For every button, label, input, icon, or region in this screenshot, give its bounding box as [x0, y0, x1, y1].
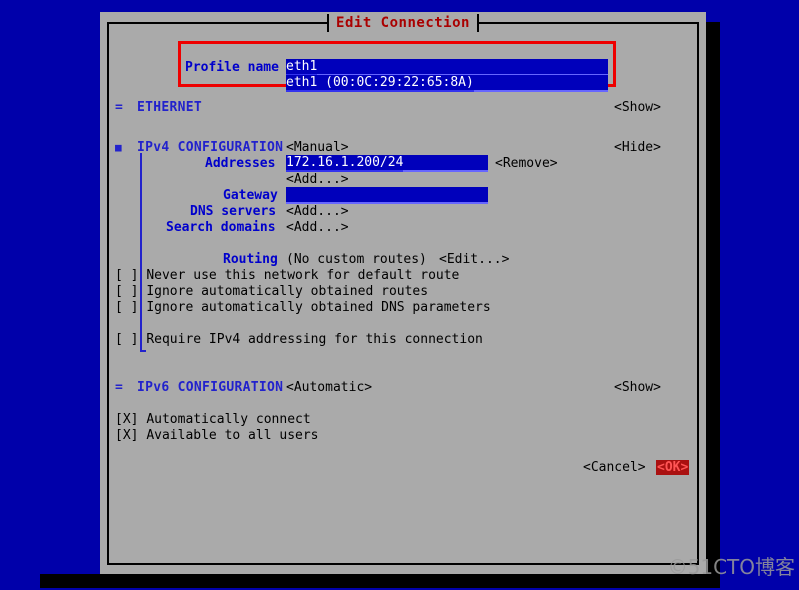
dialog-content: Profile name eth1 Device eth1 (00:0C:29:… [100, 12, 706, 574]
addresses-remove-button[interactable]: <Remove> [495, 156, 558, 172]
gateway-label: Gateway [223, 188, 278, 203]
ipv6-show-button[interactable]: <Show> [614, 380, 661, 396]
ipv6-section-label: IPv6 CONFIGURATION [137, 380, 284, 395]
edit-connection-dialog: Edit Connection Profile name eth1 Device… [100, 12, 706, 574]
checkbox-ignore-routes-box: [ ] [115, 284, 139, 299]
checkbox-ignore-dns-box: [ ] [115, 300, 139, 315]
checkbox-never-default-route[interactable]: [ ] Never use this network for default r… [115, 268, 459, 284]
checkbox-available-all-users-label: Available to all users [146, 428, 319, 443]
checkbox-ignore-dns-label: Ignore automatically obtained DNS parame… [146, 300, 491, 315]
checkbox-require-ipv4-label: Require IPv4 addressing for this connect… [146, 332, 483, 347]
profile-name-input[interactable]: eth1 [286, 59, 608, 76]
checkbox-require-ipv4[interactable]: [ ] Require IPv4 addressing for this con… [115, 332, 483, 348]
addresses-fill [403, 155, 488, 172]
routing-edit-button[interactable]: <Edit...> [439, 252, 509, 268]
checkbox-require-ipv4-box: [ ] [115, 332, 139, 347]
backdrop-shadow-right [706, 22, 720, 574]
ipv4-tree-foot [140, 350, 146, 352]
checkbox-automatically-connect[interactable]: [X] Automatically connect [115, 412, 311, 428]
ethernet-section-label: ETHERNET [137, 100, 203, 115]
checkbox-ignore-routes-label: Ignore automatically obtained routes [146, 284, 429, 299]
ok-button[interactable]: <OK> [656, 460, 690, 476]
dns-servers-label: DNS servers [190, 204, 277, 219]
checkbox-available-all-users-box: [X] [115, 428, 139, 443]
profile-name-label: Profile name [185, 60, 279, 75]
ipv4-hide-button[interactable]: <Hide> [614, 140, 661, 156]
checkbox-automatically-connect-box: [X] [115, 412, 139, 427]
addresses-label: Addresses [205, 156, 276, 171]
cancel-button[interactable]: <Cancel> [583, 460, 646, 476]
gateway-input[interactable] [286, 187, 488, 204]
checkbox-never-default-route-box: [ ] [115, 268, 139, 283]
checkbox-ignore-dns[interactable]: [ ] Ignore automatically obtained DNS pa… [115, 300, 491, 316]
dns-servers-add-button[interactable]: <Add...> [286, 204, 349, 220]
addresses-value: 172.16.1.200/24 [286, 155, 404, 172]
ethernet-show-button[interactable]: <Show> [614, 100, 661, 116]
checkbox-never-default-route-label: Never use this network for default route [146, 268, 460, 283]
addresses-input[interactable]: 172.16.1.200/24 [286, 155, 488, 172]
terminal-screen: Edit Connection Profile name eth1 Device… [0, 0, 799, 590]
routing-label: Routing [223, 252, 278, 267]
watermark: ©51CTO博客 [667, 555, 795, 579]
device-fill [473, 75, 608, 92]
ipv6-method-select[interactable]: <Automatic> [286, 380, 372, 396]
ipv4-method-select[interactable]: <Manual> [286, 140, 349, 156]
checkbox-automatically-connect-label: Automatically connect [146, 412, 311, 427]
addresses-add-button[interactable]: <Add...> [286, 172, 349, 188]
device-value: eth1 (00:0C:29:22:65:8A) [286, 75, 474, 92]
device-input[interactable]: eth1 (00:0C:29:22:65:8A) [286, 75, 608, 92]
ipv4-tree-line [140, 153, 142, 352]
backdrop-band-bottom [40, 574, 110, 588]
ethernet-expander-icon[interactable]: = [115, 100, 123, 116]
backdrop-shadow-bottom [110, 574, 720, 588]
ipv4-expander-icon[interactable]: ■ [115, 140, 122, 156]
ok-button-label: <OK> [656, 460, 690, 475]
profile-name-value: eth1 [286, 59, 318, 76]
profile-name-fill [317, 59, 608, 76]
checkbox-available-all-users[interactable]: [X] Available to all users [115, 428, 319, 444]
gateway-fill [286, 187, 488, 204]
ipv6-expander-icon[interactable]: = [115, 380, 123, 396]
routing-status: (No custom routes) [286, 252, 427, 267]
search-domains-add-button[interactable]: <Add...> [286, 220, 349, 236]
ipv4-section-label: IPv4 CONFIGURATION [137, 140, 284, 155]
checkbox-ignore-routes[interactable]: [ ] Ignore automatically obtained routes [115, 284, 428, 300]
search-domains-label: Search domains [166, 220, 276, 235]
